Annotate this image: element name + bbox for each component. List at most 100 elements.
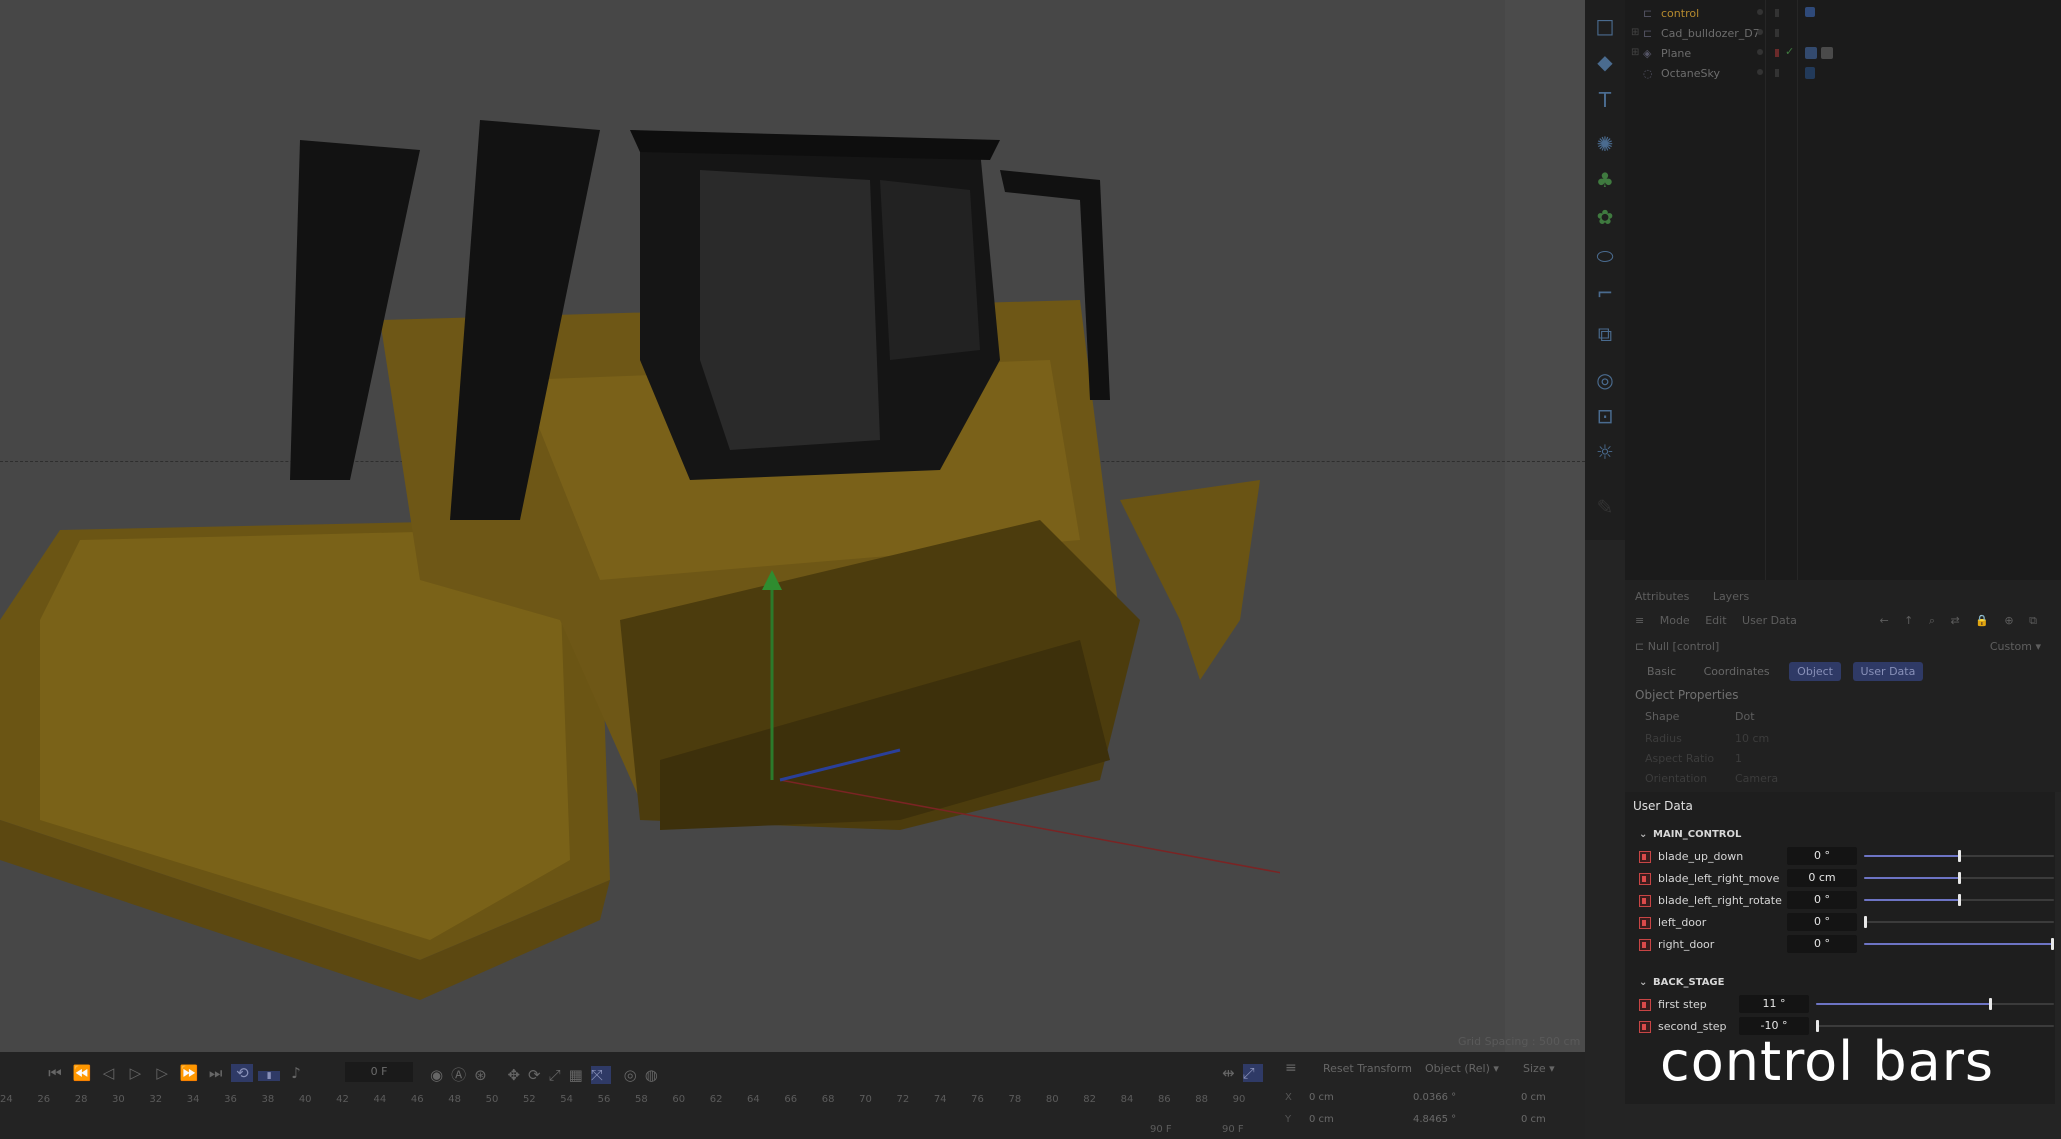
shape-value[interactable]: Dot [1735, 710, 1755, 723]
motion-clip-icon[interactable]: ◍ [645, 1066, 666, 1084]
light-icon[interactable]: ☼ [1593, 440, 1617, 464]
slider-handle[interactable] [2051, 938, 2054, 950]
sound-icon[interactable]: ♪ [285, 1064, 307, 1082]
generator-icon[interactable]: ✺ [1593, 132, 1617, 156]
move-view-icon[interactable]: ⇹ [1222, 1064, 1243, 1082]
tag-icon[interactable] [1805, 7, 1815, 17]
slider-handle[interactable] [1958, 850, 1961, 862]
param-slider[interactable] [1864, 916, 2054, 928]
play-icon[interactable]: ▷ [124, 1064, 146, 1082]
slider-handle[interactable] [1958, 894, 1961, 906]
null-object-icon[interactable]: □ [1593, 14, 1617, 38]
param-blade-left-right-rotate[interactable]: blade_left_right_rotate 0 ° [1639, 890, 2054, 912]
fps-icon[interactable]: ▮ [258, 1071, 281, 1081]
chevron-down-icon[interactable]: ⌄ [1639, 977, 1649, 988]
param-value-field[interactable]: 0 ° [1787, 847, 1857, 865]
mograph-icon[interactable]: ♣ [1593, 168, 1617, 192]
param-left-door[interactable]: left_door 0 ° [1639, 912, 2054, 934]
param-value-field[interactable]: 0 cm [1787, 869, 1857, 887]
slider-handle[interactable] [1958, 872, 1961, 884]
scene-icon[interactable]: ⊡ [1593, 404, 1617, 428]
expand-icon[interactable]: ⊞ [1631, 27, 1641, 38]
object-button[interactable]: Object [1789, 662, 1841, 681]
param-slider[interactable] [1864, 938, 2054, 950]
spline-icon[interactable]: ⌐ [1593, 281, 1617, 305]
param-slider[interactable] [1816, 1020, 2054, 1032]
orientation-row[interactable]: Orientation Camera [1635, 772, 2055, 788]
effector-icon[interactable]: ✿ [1593, 205, 1617, 229]
current-frame-field[interactable]: 0 F [345, 1062, 413, 1082]
pla-key-icon[interactable]: ⤧ [590, 1066, 611, 1084]
param-right-door[interactable]: right_door 0 ° [1639, 934, 2054, 956]
go-to-end-icon[interactable]: ⏭ [205, 1064, 227, 1082]
tab-layers[interactable]: Layers [1713, 590, 1749, 603]
previous-frame-icon[interactable]: ◁ [98, 1064, 120, 1082]
expand-icon[interactable]: ⊞ [1631, 47, 1641, 58]
3d-viewport[interactable]: Grid Spacing : 500 cm [0, 0, 1585, 1052]
preset-dropdown[interactable]: Custom ▾ [1990, 640, 2041, 653]
radius-row[interactable]: Radius 10 cm [1635, 732, 2055, 748]
key-settings-icon[interactable]: ⊛ [474, 1066, 495, 1084]
hamburger-icon[interactable]: ≡ [1635, 614, 1644, 627]
size-mode-dropdown[interactable]: Size ▾ [1523, 1062, 1555, 1075]
visibility-dot[interactable] [1757, 29, 1763, 35]
rotation-key-icon[interactable]: ⟳ [528, 1066, 549, 1084]
visibility-dot[interactable] [1757, 69, 1763, 75]
hamburger-icon[interactable]: ≡ [1285, 1060, 1297, 1076]
param-blade-up-down[interactable]: blade_up_down 0 ° [1639, 846, 2054, 868]
visibility-dot[interactable] [1757, 49, 1763, 55]
enable-toggle[interactable] [1775, 69, 1779, 77]
param-value-field[interactable]: 0 ° [1787, 913, 1857, 931]
slider-handle[interactable] [1988, 998, 1992, 1010]
param-value-field[interactable]: 0 ° [1787, 935, 1857, 953]
motion-system-icon[interactable]: ◎ [624, 1066, 645, 1084]
orientation-value[interactable]: Camera [1735, 772, 1778, 785]
aspect-value[interactable]: 1 [1735, 752, 1742, 765]
text-icon[interactable]: T [1593, 88, 1617, 112]
object-row-control[interactable]: ⊏ control [1625, 4, 2061, 24]
autokey-icon[interactable]: Ⓐ [451, 1066, 474, 1084]
camera-icon[interactable]: ⧉ [1593, 322, 1617, 346]
param-value-field[interactable]: 0 ° [1787, 891, 1857, 909]
position-key-icon[interactable]: ✥ [507, 1066, 528, 1084]
param-slider[interactable] [1816, 998, 2054, 1010]
slider-handle[interactable] [1864, 916, 1867, 928]
size-y-field[interactable]: 0 cm [1521, 1114, 1546, 1125]
previous-key-icon[interactable]: ⏪ [71, 1064, 93, 1082]
deformer-icon[interactable]: ⬭ [1593, 244, 1617, 268]
coordinate-mode-dropdown[interactable]: Object (Rel) ▾ [1425, 1062, 1499, 1075]
param-slider[interactable] [1864, 850, 2054, 862]
tag-icon[interactable] [1805, 47, 1817, 59]
pen-icon[interactable]: ✎ [1593, 495, 1617, 519]
position-y-field[interactable]: 0 cm [1309, 1114, 1334, 1125]
tag-icon[interactable] [1805, 67, 1815, 79]
attribute-toolbar-icons[interactable]: ← ↑ ⌕ ⇄ 🔒 ⊕ ⧉ [1879, 614, 2043, 628]
enable-toggle[interactable] [1775, 9, 1779, 17]
environment-icon[interactable]: ◎ [1593, 368, 1617, 392]
param-value-field[interactable]: 11 ° [1739, 995, 1809, 1013]
param-slider[interactable] [1864, 894, 2054, 906]
object-row-bulldozer[interactable]: ⊞ ⊏ Cad_bulldozer_D7 [1625, 24, 2061, 44]
zoom-view-icon[interactable]: ⤢ [1242, 1064, 1263, 1082]
chevron-down-icon[interactable]: ⌄ [1639, 829, 1649, 840]
shape-row[interactable]: Shape Dot [1635, 710, 2055, 726]
visibility-dot[interactable] [1757, 9, 1763, 15]
next-frame-icon[interactable]: ▷ [151, 1064, 173, 1082]
menu-user-data[interactable]: User Data [1742, 614, 1797, 627]
position-x-field[interactable]: 0 cm [1309, 1092, 1334, 1103]
loop-icon[interactable]: ⟲ [231, 1064, 254, 1082]
cube-icon[interactable]: ◆ [1593, 50, 1617, 74]
menu-mode[interactable]: Mode [1660, 614, 1690, 627]
param-slider[interactable] [1864, 872, 2054, 884]
record-icon[interactable]: ◉ [430, 1066, 451, 1084]
enable-toggle[interactable] [1775, 49, 1779, 57]
size-x-field[interactable]: 0 cm [1521, 1092, 1546, 1103]
material-tag-icon[interactable] [1821, 47, 1833, 59]
group-back-stage[interactable]: ⌄ BACK_STAGE [1639, 977, 1724, 988]
radius-value[interactable]: 10 cm [1735, 732, 1769, 745]
go-to-start-icon[interactable]: ⏮ [44, 1064, 66, 1082]
basic-button[interactable]: Basic [1639, 662, 1684, 681]
next-key-icon[interactable]: ⏩ [178, 1064, 200, 1082]
group-main-control[interactable]: ⌄ MAIN_CONTROL [1639, 829, 1741, 840]
bulldozer-model[interactable] [0, 60, 1280, 1000]
